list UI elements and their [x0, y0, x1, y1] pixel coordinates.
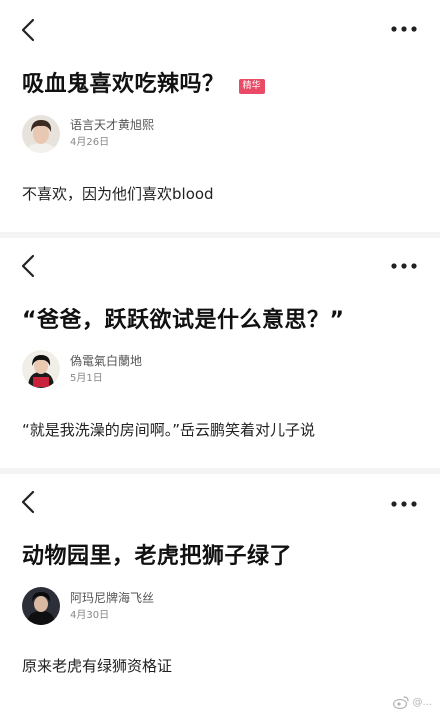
post-title: 吸血鬼喜欢吃辣吗？ 精华	[22, 70, 265, 100]
back-button[interactable]	[18, 17, 40, 43]
avatar-image	[22, 350, 60, 388]
weibo-logo-icon	[393, 696, 410, 709]
post-body: 原来老虎有绿狮资格证	[22, 657, 173, 675]
author-avatar[interactable]	[22, 115, 60, 153]
post-title-text: “爸爸，跃跃欲试是什么意思？”	[22, 308, 345, 333]
author-name[interactable]: 语言天才黄旭熙	[70, 117, 154, 133]
post-body: 不喜欢，因为他们喜欢blood	[22, 185, 214, 203]
author-avatar[interactable]	[22, 587, 60, 625]
post-card-3: 动物园里，老虎把狮子绿了 阿玛尼牌海飞丝 4月30日 原来老虎有绿狮资格证	[0, 474, 440, 714]
more-horizontal-icon	[391, 263, 417, 269]
post-card-1: 吸血鬼喜欢吃辣吗？ 精华 语言天才黄旭熙 4月26日 不喜欢，因为他们喜欢bloo…	[0, 0, 440, 232]
post-date: 4月26日	[70, 137, 110, 148]
post-title: 动物园里，老虎把狮子绿了	[22, 542, 292, 572]
more-button[interactable]	[390, 499, 418, 509]
weibo-watermark: @...	[393, 694, 432, 710]
featured-badge: 精华	[238, 79, 265, 94]
post-date: 5月1日	[70, 373, 103, 384]
watermark-text: @...	[412, 696, 432, 708]
post-title-text: 吸血鬼喜欢吃辣吗？	[22, 72, 225, 97]
author-name[interactable]: 偽電氣白蘭地	[70, 353, 142, 369]
post-title: “爸爸，跃跃欲试是什么意思？”	[22, 306, 344, 336]
more-horizontal-icon	[391, 501, 417, 507]
author-name[interactable]: 阿玛尼牌海飞丝	[70, 590, 154, 606]
more-button[interactable]	[390, 261, 418, 271]
post-card-2: “爸爸，跃跃欲试是什么意思？” 偽電氣白蘭地 5月1日 “就是我洗澡的房间啊。”…	[0, 238, 440, 468]
more-horizontal-icon	[391, 26, 417, 32]
chevron-left-icon	[21, 490, 35, 514]
back-button[interactable]	[18, 489, 40, 515]
post-title-text: 动物园里，老虎把狮子绿了	[22, 544, 293, 569]
post-body: “就是我洗澡的房间啊。”岳云鹏笑着对儿子说	[22, 421, 316, 439]
back-button[interactable]	[18, 253, 40, 279]
avatar-image	[22, 115, 60, 153]
more-button[interactable]	[390, 24, 418, 34]
avatar-image	[22, 587, 60, 625]
author-avatar[interactable]	[22, 350, 60, 388]
chevron-left-icon	[21, 18, 35, 42]
chevron-left-icon	[21, 254, 35, 278]
post-date: 4月30日	[70, 610, 110, 621]
